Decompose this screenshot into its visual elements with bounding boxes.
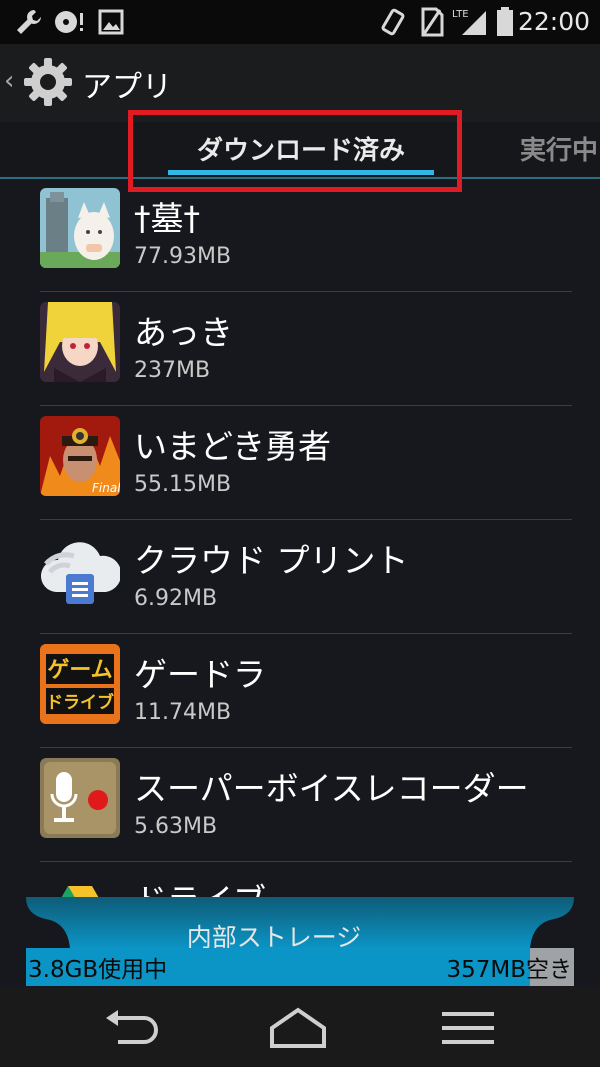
status-bar: LTE 22:00 bbox=[0, 0, 600, 44]
recent-apps-icon[interactable] bbox=[428, 1003, 508, 1053]
navigation-bar bbox=[0, 987, 600, 1067]
app-name: クラウド プリント bbox=[134, 541, 409, 580]
clock: 22:00 bbox=[517, 7, 590, 36]
app-name: スーパーボイスレコーダー bbox=[134, 769, 529, 808]
back-icon[interactable] bbox=[90, 1003, 170, 1053]
app-name: いまどき勇者 bbox=[134, 427, 332, 466]
svg-text:Final: Final bbox=[92, 481, 120, 495]
app-name: ゲードラ bbox=[134, 655, 266, 694]
game-drive-icon-line1: ゲーム bbox=[47, 658, 112, 683]
home-icon[interactable] bbox=[258, 1003, 338, 1053]
list-item[interactable]: †墓† 77.93MB bbox=[0, 178, 600, 292]
lte-label: LTE bbox=[452, 9, 469, 20]
voice-recorder-icon bbox=[40, 758, 120, 838]
list-item[interactable]: スーパーボイスレコーダー 5.63MB bbox=[0, 748, 600, 862]
app-size: 237MB bbox=[134, 358, 211, 383]
tab-running[interactable]: 実行中 bbox=[520, 130, 598, 167]
anime-girl-icon bbox=[40, 302, 120, 382]
storage-usage-bar: 3.8GB使用中 357MB空き bbox=[26, 948, 574, 986]
storage-used-text: 3.8GB使用中 bbox=[28, 957, 168, 983]
app-size: 6.92MB bbox=[134, 586, 218, 611]
list-item[interactable]: クラウド プリント 6.92MB bbox=[0, 520, 600, 634]
list-item[interactable]: Final いまどき勇者 55.15MB bbox=[0, 406, 600, 520]
page-title: アプリ bbox=[82, 70, 172, 105]
storage-free-text: 357MB空き bbox=[446, 957, 572, 983]
game-drive-icon-line2: ドライブ bbox=[46, 692, 114, 713]
lte-signal-icon: LTE bbox=[452, 6, 488, 38]
app-size: 11.74MB bbox=[134, 700, 232, 725]
app-size: 5.63MB bbox=[134, 814, 218, 839]
rotate-icon bbox=[378, 6, 408, 38]
app-name: あっき bbox=[134, 313, 233, 352]
wrench-icon bbox=[12, 6, 46, 38]
graveyard-cat-icon bbox=[40, 188, 120, 268]
disc-alert-icon bbox=[52, 6, 86, 38]
hero-final-icon: Final bbox=[40, 416, 120, 496]
list-item[interactable]: あっき 237MB bbox=[0, 292, 600, 406]
app-name: †墓† bbox=[134, 199, 200, 238]
list-item[interactable]: ドライブ bbox=[0, 862, 600, 902]
game-drive-icon: ゲーム ドライブ bbox=[40, 644, 120, 724]
app-size: 77.93MB bbox=[134, 244, 232, 269]
app-size: 55.15MB bbox=[134, 472, 232, 497]
up-chevron-icon[interactable]: ‹ bbox=[4, 66, 14, 96]
cloud-print-icon bbox=[40, 530, 120, 610]
settings-gear-icon[interactable] bbox=[22, 56, 74, 108]
image-icon bbox=[96, 6, 126, 38]
list-item[interactable]: ゲーム ドライブ ゲードラ 11.74MB bbox=[0, 634, 600, 748]
no-sim-icon bbox=[418, 6, 446, 38]
battery-icon bbox=[494, 6, 516, 38]
